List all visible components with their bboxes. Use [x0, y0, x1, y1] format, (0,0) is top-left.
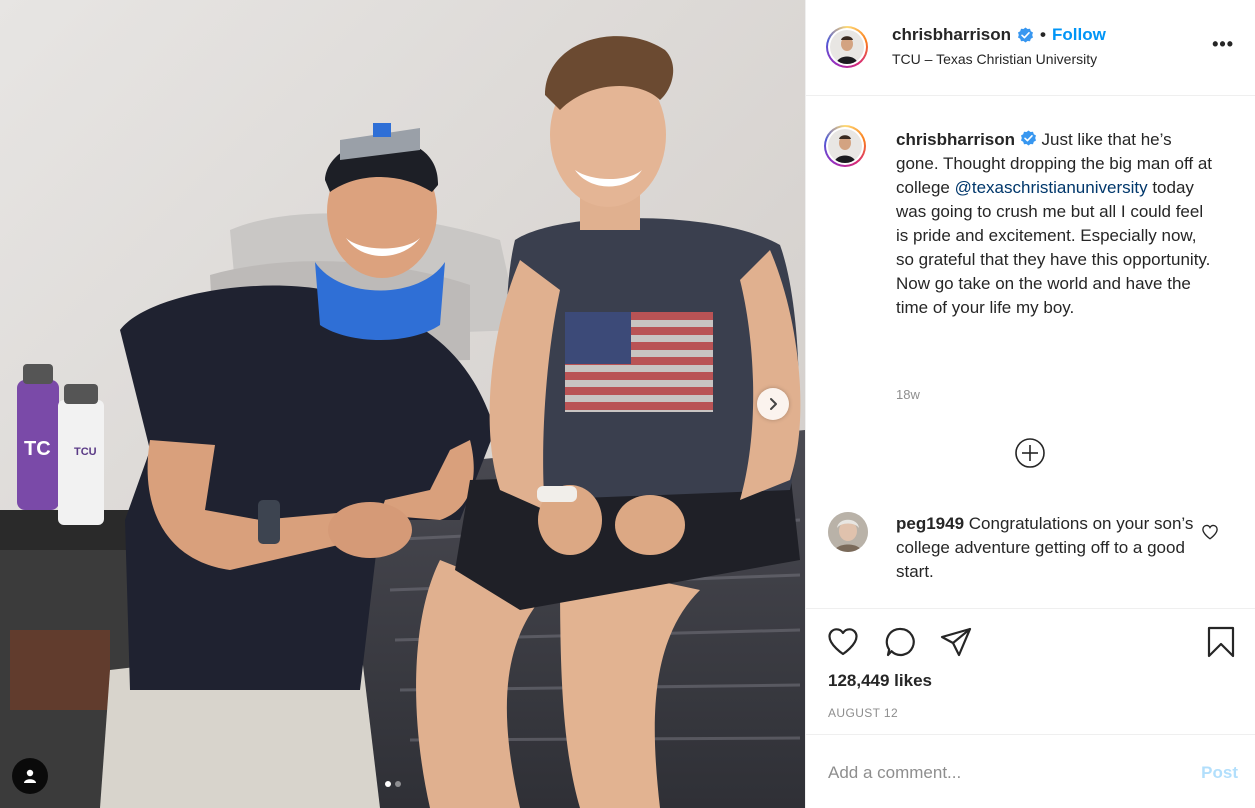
- tagged-users-button[interactable]: [12, 758, 48, 794]
- comment-icon[interactable]: [884, 625, 918, 659]
- follow-button[interactable]: Follow: [1052, 25, 1106, 45]
- separator-dot: •: [1040, 25, 1046, 44]
- location-link[interactable]: TCU – Texas Christian University: [892, 51, 1097, 67]
- chevron-right-icon: [770, 398, 777, 410]
- instagram-post: TC TCU chrisbharrison • Follow TCU – Tex…: [0, 0, 1255, 808]
- caption-text-end: today was going to crush me but all I co…: [896, 178, 1211, 317]
- comment-input[interactable]: [828, 757, 1168, 789]
- comment-like-heart-icon[interactable]: [1201, 523, 1219, 541]
- post-sidebar: chrisbharrison • Follow TCU – Texas Chri…: [805, 0, 1255, 808]
- profile-picture: [828, 129, 862, 163]
- load-more-comments-icon[interactable]: [1014, 437, 1046, 469]
- photo-illustration: TC TCU: [0, 0, 805, 808]
- next-photo-button[interactable]: [757, 388, 789, 420]
- post-photo[interactable]: TC TCU: [0, 0, 805, 808]
- profile-picture: [830, 30, 864, 64]
- post-header: chrisbharrison • Follow TCU – Texas Chri…: [806, 0, 1255, 96]
- carousel-indicator: [385, 781, 401, 787]
- header-username-row: chrisbharrison • Follow: [892, 25, 1106, 45]
- likes-count[interactable]: 128,449 likes: [828, 671, 932, 691]
- verified-badge-icon: [1018, 27, 1034, 42]
- caption-username[interactable]: chrisbharrison: [896, 130, 1015, 149]
- avatar[interactable]: [826, 26, 868, 68]
- more-options-button[interactable]: •••: [1212, 34, 1234, 55]
- bookmark-icon[interactable]: [1204, 625, 1238, 659]
- caption-avatar[interactable]: [824, 125, 866, 167]
- username-link[interactable]: chrisbharrison: [892, 25, 1011, 45]
- caption-age: 18w: [896, 387, 920, 402]
- comment-username[interactable]: peg1949: [896, 514, 964, 533]
- add-comment-bar: Post: [806, 734, 1255, 808]
- post-date: AUGUST 12: [828, 706, 899, 720]
- heart-icon[interactable]: [826, 625, 860, 659]
- commenter-picture: [828, 512, 868, 552]
- post-actions: 128,449 likes AUGUST 12: [806, 608, 1255, 734]
- svg-text:TC: TC: [24, 438, 51, 460]
- commenter-avatar[interactable]: [828, 512, 868, 552]
- verified-badge-icon: [1020, 130, 1036, 146]
- carousel-dot: [385, 781, 391, 787]
- user-tag-icon: [24, 769, 36, 783]
- svg-text:TCU: TCU: [74, 446, 97, 458]
- share-icon[interactable]: [939, 625, 973, 659]
- mention-link[interactable]: @texaschristianuniversity: [955, 178, 1148, 197]
- post-comment-button[interactable]: Post: [1201, 763, 1238, 783]
- post-caption: chrisbharrison Just like that he’s gone.…: [896, 128, 1216, 320]
- carousel-dot: [395, 781, 401, 787]
- comment: peg1949 Congratulations on your son’s co…: [896, 512, 1196, 584]
